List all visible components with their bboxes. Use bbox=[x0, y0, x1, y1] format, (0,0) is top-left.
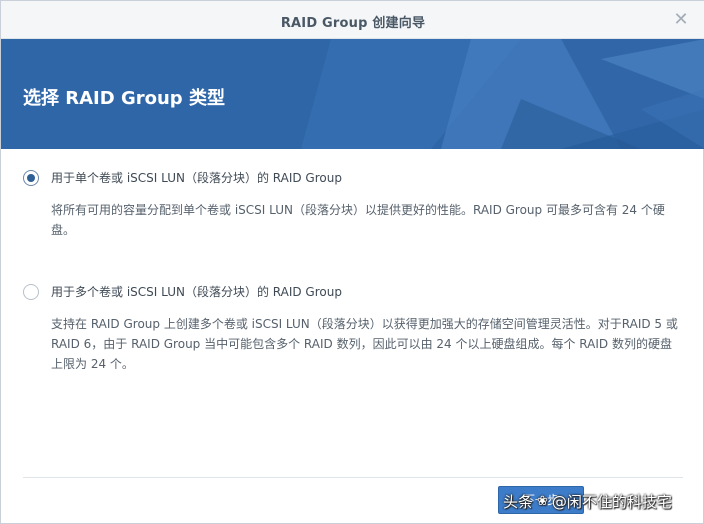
window-title: RAID Group 创建向导 bbox=[280, 16, 426, 31]
option-label: 用于单个卷或 iSCSI LUN（段落分块）的 RAID Group bbox=[51, 171, 342, 185]
option-label: 用于多个卷或 iSCSI LUN（段落分块）的 RAID Group bbox=[51, 285, 342, 299]
watermark-handle: @闲不住的科技宅 bbox=[551, 492, 672, 511]
close-icon[interactable]: ✕ bbox=[671, 10, 691, 30]
watermark: 头条 ❀ @闲不住的科技宅 bbox=[503, 486, 701, 516]
radio-multiple-volume[interactable] bbox=[23, 283, 39, 300]
option-description: 将所有可用的容量分配到单个卷或 iSCSI LUN（段落分块）以提供更好的性能。… bbox=[51, 203, 665, 237]
option-single-volume: 用于单个卷或 iSCSI LUN（段落分块）的 RAID Group 将所有可用… bbox=[23, 169, 683, 240]
watermark-logo-icon: ❀ bbox=[537, 493, 548, 509]
radio-single-volume[interactable] bbox=[23, 169, 39, 186]
option-multiple-volume: 用于多个卷或 iSCSI LUN（段落分块）的 RAID Group 支持在 R… bbox=[23, 283, 683, 374]
footer-divider bbox=[23, 477, 683, 478]
radio-row-multiple[interactable]: 用于多个卷或 iSCSI LUN（段落分块）的 RAID Group bbox=[23, 283, 683, 300]
page-heading: 选择 RAID Group 类型 bbox=[23, 88, 225, 109]
raid-group-wizard-dialog: RAID Group 创建向导 ✕ 选择 RAID Group 类型 用于单个卷… bbox=[0, 0, 704, 524]
radio-row-single[interactable]: 用于单个卷或 iSCSI LUN（段落分块）的 RAID Group bbox=[23, 169, 683, 186]
watermark-text: 头条 bbox=[503, 492, 534, 511]
header-banner: 选择 RAID Group 类型 bbox=[1, 39, 704, 149]
title-bar: RAID Group 创建向导 ✕ bbox=[1, 1, 704, 39]
option-description: 支持在 RAID Group 上创建多个卷或 iSCSI LUN（段落分块）以获… bbox=[51, 317, 678, 371]
